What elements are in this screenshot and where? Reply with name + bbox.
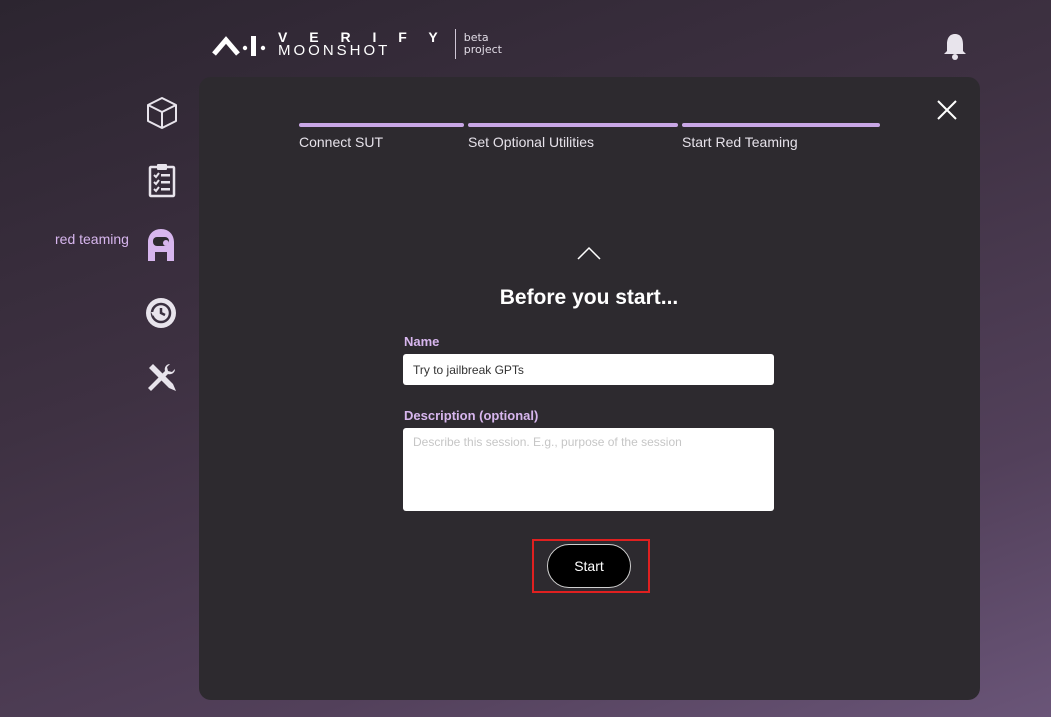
bell-icon[interactable]: [942, 32, 968, 60]
logo-moonshot-text: MOONSHOT: [278, 42, 391, 59]
tools-icon[interactable]: [143, 360, 179, 396]
logo-wordmark: V E R I F Y MOONSHOT: [278, 30, 447, 58]
name-input[interactable]: [403, 354, 774, 385]
beta-badge: beta project: [464, 32, 502, 56]
step-set-optional-utilities[interactable]: Set Optional Utilities: [468, 123, 678, 150]
name-label: Name: [404, 334, 440, 349]
logo-divider: [454, 29, 456, 59]
description-textarea[interactable]: [403, 428, 774, 511]
start-button[interactable]: Start: [547, 544, 631, 588]
step-label: Start Red Teaming: [682, 134, 798, 150]
close-icon[interactable]: [936, 99, 958, 121]
page-title: Before you start...: [499, 286, 679, 309]
red-teaming-avatar-icon[interactable]: [143, 227, 179, 263]
sidebar-item-red-teaming-label[interactable]: red teaming: [55, 231, 129, 247]
logo: V E R I F Y MOONSHOT beta project: [212, 28, 502, 60]
history-icon[interactable]: [143, 295, 179, 331]
step-progress-bar: [682, 123, 880, 127]
step-label: Set Optional Utilities: [468, 134, 595, 150]
step-progress-bar: [299, 123, 464, 127]
description-label: Description (optional): [404, 408, 539, 423]
ai-logo-icon: [212, 36, 266, 56]
step-connect-sut[interactable]: Connect SUT: [299, 123, 464, 150]
step-progress-bar: [468, 123, 678, 127]
project-text: project: [463, 43, 502, 56]
step-label: Connect SUT: [299, 134, 384, 150]
cube-icon[interactable]: [144, 95, 180, 131]
chevron-up-icon[interactable]: [577, 246, 601, 260]
red-teaming-setup-panel: [199, 77, 980, 700]
clipboard-list-icon[interactable]: [144, 162, 180, 198]
step-start-red-teaming[interactable]: Start Red Teaming: [682, 123, 880, 150]
